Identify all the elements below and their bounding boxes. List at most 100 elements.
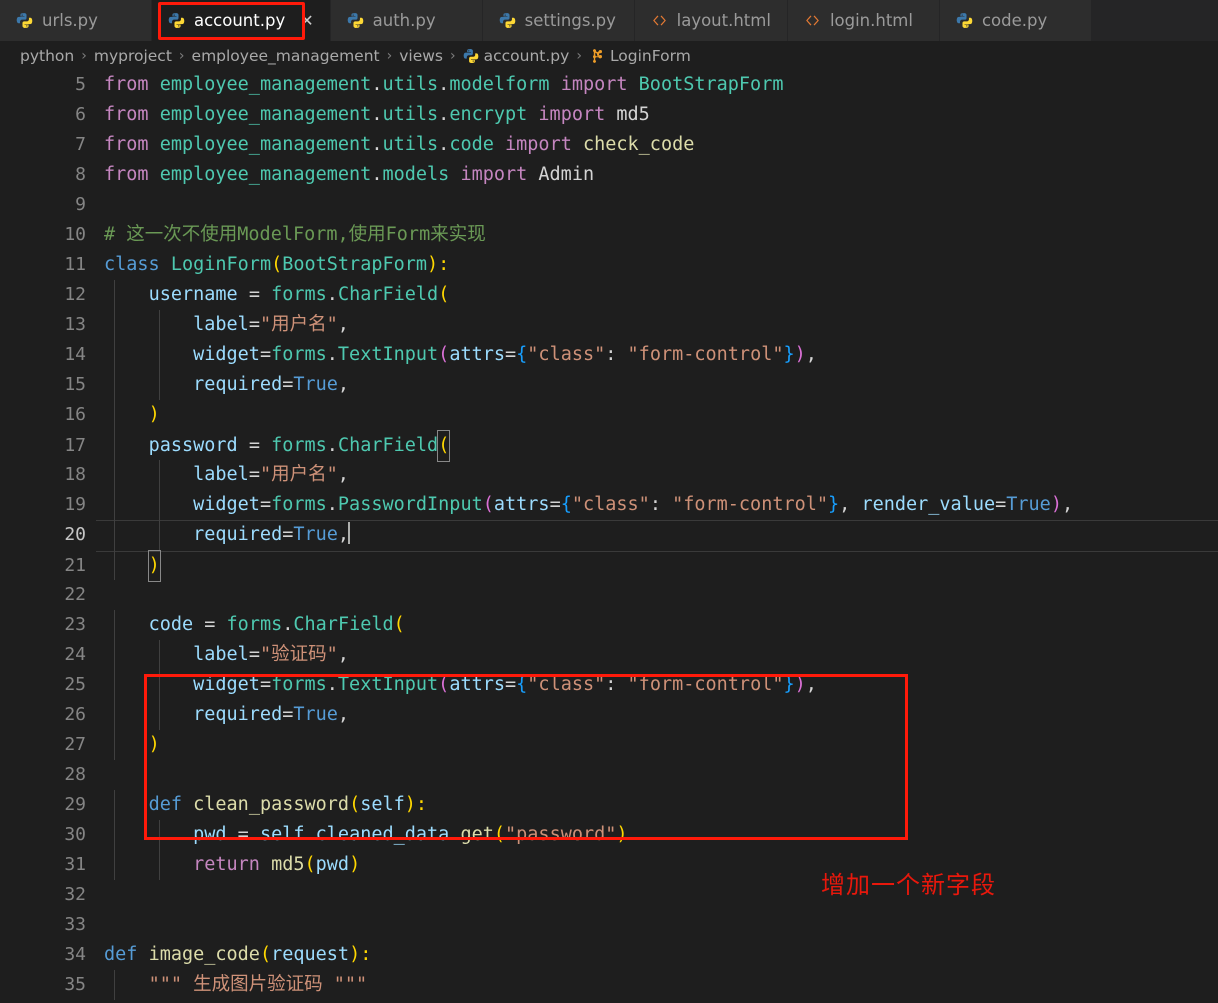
chevron-right-icon: › (450, 47, 456, 64)
code-line[interactable]: 15 required=True, (0, 370, 1218, 400)
breadcrumb-item-loginform[interactable]: LoginForm (589, 47, 691, 65)
line-number: 9 (75, 194, 86, 215)
code-line[interactable]: 17 password = forms.CharField( (0, 430, 1218, 462)
line-number: 7 (75, 134, 86, 155)
breadcrumb-item-account-py[interactable]: account.py (463, 46, 570, 65)
tab-urls-py[interactable]: urls.py (0, 0, 152, 41)
line-number: 5 (75, 74, 86, 95)
tab-label: settings.py (524, 11, 616, 30)
code-line[interactable]: 24 label="验证码", (0, 640, 1218, 670)
line-number: 17 (64, 435, 86, 456)
code-line[interactable]: 25 widget=forms.TextInput(attrs={"class"… (0, 670, 1218, 700)
html-icon (652, 15, 666, 26)
line-number: 26 (64, 704, 86, 725)
tabbar-empty-space (1091, 0, 1218, 41)
code-line[interactable]: 7 from employee_management.utils.code imp… (0, 130, 1218, 160)
tab-login-html[interactable]: login.html (787, 0, 940, 41)
code-line[interactable]: 22 (0, 580, 1218, 610)
code-line[interactable]: 31 return md5(pwd) (0, 850, 1218, 880)
chevron-right-icon: › (386, 47, 393, 64)
line-number: 28 (64, 764, 86, 785)
python-icon (16, 13, 33, 28)
code-line[interactable]: 33 (0, 910, 1218, 940)
line-number: 27 (64, 734, 86, 755)
line-number: 15 (64, 374, 86, 395)
python-icon (463, 48, 478, 63)
breadcrumb: python › myproject › employee_management… (0, 41, 1218, 70)
line-number: 13 (64, 314, 86, 335)
chevron-right-icon: › (178, 47, 185, 64)
chevron-right-icon: › (576, 47, 582, 64)
python-icon (347, 13, 363, 28)
python-icon (499, 13, 515, 28)
tab-label: layout.html (676, 11, 771, 30)
code-line-active[interactable]: 20 required=True, (0, 520, 1218, 552)
python-icon (168, 13, 185, 28)
code-line[interactable]: 8 from employee_management.models import … (0, 160, 1218, 190)
line-number: 14 (64, 344, 86, 365)
line-number: 22 (64, 584, 86, 605)
tab-label: account.py (194, 11, 286, 30)
code-editor[interactable]: 5 from employee_management.utils.modelfor… (0, 70, 1218, 1003)
code-line[interactable]: 14 widget=forms.TextInput(attrs={"class"… (0, 340, 1218, 370)
text-cursor (348, 522, 351, 544)
line-number: 32 (64, 884, 86, 905)
code-line[interactable]: 28 (0, 760, 1218, 790)
code-line[interactable]: 6 from employee_management.utils.encrypt … (0, 100, 1218, 130)
code-line[interactable]: 35 """ 生成图片验证码 """ (0, 970, 1218, 1000)
code-line[interactable]: 27 ) (0, 730, 1218, 760)
tab-label: urls.py (42, 11, 98, 30)
code-line[interactable]: 26 required=True, (0, 700, 1218, 730)
line-number: 6 (75, 104, 86, 125)
code-line[interactable]: 29 def clean_password(self): (0, 790, 1218, 820)
breadcrumb-label: LoginForm (609, 46, 691, 65)
line-number: 24 (64, 644, 86, 665)
editor-tab-bar: urls.py account.py ✕ auth.py settings.py… (0, 0, 1218, 41)
code-line[interactable]: 34 def image_code(request): (0, 940, 1218, 970)
code-line[interactable]: 23 code = forms.CharField( (0, 610, 1218, 640)
line-number: 29 (64, 794, 86, 815)
line-number: 8 (75, 164, 86, 185)
line-number: 21 (64, 555, 86, 576)
tab-label: auth.py (372, 11, 436, 30)
breadcrumb-item-employee-management[interactable]: employee_management (192, 47, 380, 65)
code-line[interactable]: 12 username = forms.CharField( (0, 280, 1218, 310)
chevron-right-icon: › (81, 47, 87, 64)
line-number: 30 (64, 824, 86, 845)
code-line[interactable]: 32 (0, 880, 1218, 910)
line-number: 33 (64, 914, 86, 935)
tab-label: login.html (829, 11, 913, 30)
python-icon (956, 13, 973, 28)
tab-code-py[interactable]: code.py (939, 0, 1092, 41)
code-line[interactable]: 10 # 这一次不使用ModelForm,使用Form来实现 (0, 220, 1218, 250)
line-number: 10 (64, 224, 86, 245)
code-line[interactable]: 19 widget=forms.PasswordInput(attrs={"cl… (0, 490, 1218, 520)
class-icon (592, 48, 602, 63)
code-line[interactable]: 9 (0, 190, 1218, 220)
line-number: 16 (64, 404, 86, 425)
code-line[interactable]: 21 ) (0, 550, 1218, 582)
line-number: 25 (64, 674, 86, 695)
tab-account-py[interactable]: account.py ✕ (152, 0, 331, 41)
breadcrumb-label: account.py (483, 46, 570, 65)
line-number: 20 (64, 524, 86, 545)
breadcrumb-item-python[interactable]: python (20, 47, 74, 65)
line-number: 18 (64, 464, 86, 485)
code-line[interactable]: 11 class LoginForm(BootStrapForm): (0, 250, 1218, 280)
line-number: 23 (64, 614, 86, 635)
code-line[interactable]: 5 from employee_management.utils.modelfor… (0, 70, 1218, 100)
code-line[interactable]: 16 ) (0, 400, 1218, 430)
breadcrumb-item-myproject[interactable]: myproject (94, 47, 172, 65)
line-number: 19 (64, 494, 86, 515)
breadcrumb-item-views[interactable]: views (399, 47, 443, 65)
code-lines[interactable]: 5 from employee_management.utils.modelfor… (0, 70, 1218, 1000)
tab-auth-py[interactable]: auth.py (330, 0, 483, 41)
code-line[interactable]: 18 label="用户名", (0, 460, 1218, 490)
tab-settings-py[interactable]: settings.py (482, 0, 635, 41)
line-number: 31 (64, 854, 86, 875)
line-number: 34 (64, 944, 86, 965)
code-line[interactable]: 13 label="用户名", (0, 310, 1218, 340)
tab-layout-html[interactable]: layout.html (634, 0, 788, 41)
close-icon[interactable]: ✕ (300, 12, 313, 29)
code-line[interactable]: 30 pwd = self.cleaned_data.get("password… (0, 820, 1218, 850)
